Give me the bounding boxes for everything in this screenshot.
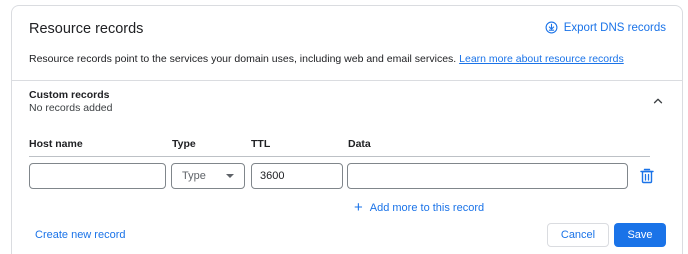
host-name-input[interactable] bbox=[29, 163, 166, 189]
column-header-type: Type bbox=[172, 138, 196, 150]
caret-down-icon bbox=[226, 174, 234, 178]
create-new-record-link[interactable]: Create new record bbox=[35, 229, 126, 241]
add-more-to-record-button[interactable]: + Add more to this record bbox=[354, 200, 484, 215]
download-circle-icon bbox=[545, 21, 558, 34]
custom-records-title: Custom records bbox=[29, 89, 110, 101]
ttl-input[interactable] bbox=[251, 163, 343, 189]
trash-icon[interactable] bbox=[640, 168, 654, 184]
export-dns-records-button[interactable]: Export DNS records bbox=[545, 21, 666, 34]
header-divider bbox=[29, 156, 650, 157]
card-title: Resource records bbox=[29, 21, 144, 37]
export-label: Export DNS records bbox=[563, 21, 666, 34]
type-select-placeholder: Type bbox=[182, 170, 206, 182]
learn-more-link[interactable]: Learn more about resource records bbox=[459, 53, 624, 65]
resource-records-card: Resource records Export DNS records Reso… bbox=[11, 5, 683, 254]
cancel-button[interactable]: Cancel bbox=[547, 223, 609, 247]
data-input[interactable] bbox=[347, 163, 628, 189]
plus-icon: + bbox=[354, 199, 363, 216]
divider bbox=[12, 80, 682, 81]
description: Resource records point to the services y… bbox=[29, 53, 624, 65]
save-button[interactable]: Save bbox=[614, 223, 666, 247]
custom-records-status: No records added bbox=[29, 102, 113, 114]
type-select[interactable]: Type bbox=[171, 163, 245, 189]
description-text: Resource records point to the services y… bbox=[29, 53, 457, 65]
column-header-host-name: Host name bbox=[29, 138, 83, 150]
add-more-label: Add more to this record bbox=[369, 201, 485, 214]
column-header-data: Data bbox=[348, 138, 371, 150]
column-header-ttl: TTL bbox=[251, 138, 271, 150]
chevron-up-icon[interactable] bbox=[651, 94, 665, 108]
